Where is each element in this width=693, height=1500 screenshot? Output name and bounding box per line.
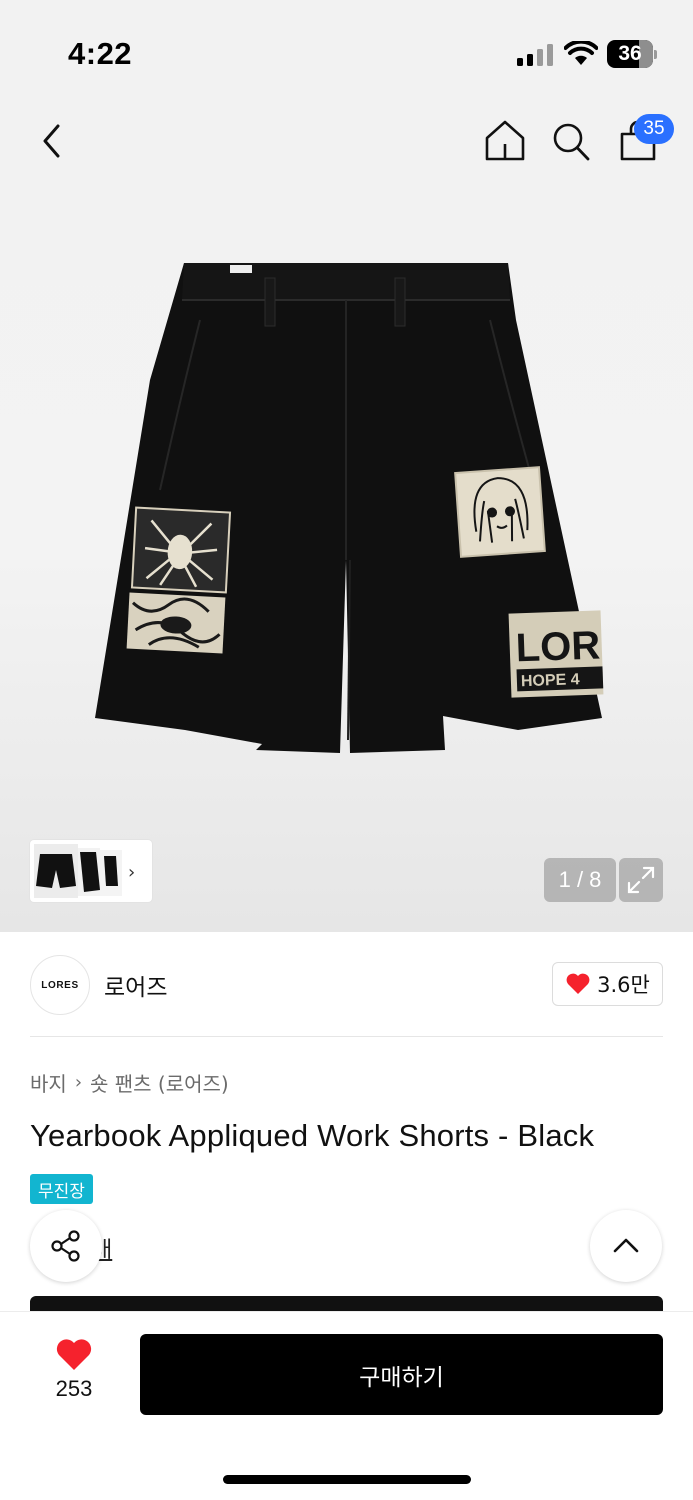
cart-count-badge: 35: [634, 114, 674, 144]
product-title: Yearbook Appliqued Work Shorts - Black: [30, 1118, 595, 1153]
home-indicator: [223, 1475, 471, 1484]
svg-text:HOPE 4: HOPE 4: [521, 671, 580, 690]
breadcrumb-item-shorts[interactable]: 숏 팬츠 (로어즈): [90, 1068, 229, 1097]
status-bar: 4:22 36: [0, 0, 693, 100]
thumbnail-image[interactable]: [30, 840, 126, 902]
breadcrumb: 바지 › 숏 팬츠 (로어즈): [30, 1068, 229, 1097]
product-tag: 무진장: [30, 1174, 93, 1204]
wifi-icon: [564, 41, 598, 65]
scroll-top-button[interactable]: [590, 1210, 662, 1282]
divider: [30, 1036, 663, 1037]
chevron-right-icon[interactable]: ›: [128, 862, 135, 883]
brand-logo[interactable]: LORES: [30, 955, 90, 1015]
battery-icon: 36: [607, 40, 657, 68]
product-like-count: 253: [55, 1376, 93, 1401]
share-icon: [51, 1230, 80, 1262]
brand-name[interactable]: 로어즈: [104, 968, 167, 1002]
product-like-button[interactable]: 253: [40, 1338, 108, 1408]
heart-icon: [566, 973, 590, 994]
expand-icon: [627, 866, 655, 894]
buy-button[interactable]: 구매하기: [140, 1334, 663, 1415]
brand-like-button[interactable]: 3.6만: [552, 962, 663, 1006]
search-icon[interactable]: [550, 118, 592, 164]
chevron-up-icon: [613, 1238, 639, 1253]
share-button[interactable]: [30, 1210, 102, 1282]
breadcrumb-separator-icon: ›: [74, 1072, 83, 1093]
image-counter: 1 / 8: [544, 858, 616, 902]
breadcrumb-item-pants[interactable]: 바지: [30, 1068, 67, 1097]
cellular-signal-icon: [517, 44, 553, 66]
brand-like-count: 3.6만: [597, 973, 650, 997]
home-icon[interactable]: [484, 118, 526, 164]
heart-icon: [56, 1339, 92, 1370]
product-image[interactable]: LOR HOPE 4: [90, 260, 604, 760]
expand-button[interactable]: [619, 858, 663, 902]
battery-level: 36: [618, 42, 642, 65]
status-time: 4:22: [68, 36, 133, 71]
back-icon[interactable]: [36, 118, 70, 164]
svg-text:LOR: LOR: [515, 623, 601, 670]
